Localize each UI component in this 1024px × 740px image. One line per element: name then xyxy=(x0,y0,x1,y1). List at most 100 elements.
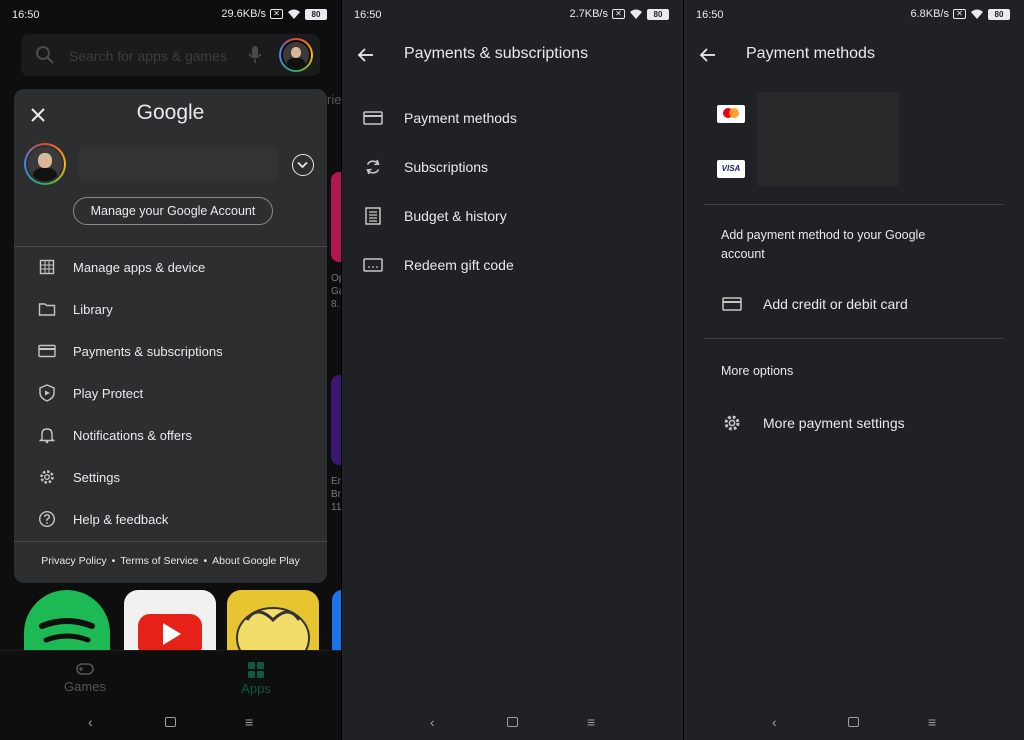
manage-account-button[interactable]: Manage your Google Account xyxy=(73,197,273,225)
drawer-item-notifications[interactable]: Notifications & offers xyxy=(14,414,327,456)
sim-x-icon: ✕ xyxy=(612,9,625,19)
youtube-app-icon xyxy=(124,590,216,658)
shield-icon xyxy=(36,382,58,404)
battery-icon: 80 xyxy=(305,8,327,20)
card-icon xyxy=(36,340,58,362)
menu-item-subscriptions[interactable]: Subscriptions xyxy=(342,143,683,191)
list-icon xyxy=(362,205,384,227)
visa-logo-icon[interactable]: VISA xyxy=(717,160,745,178)
recents-nav-icon[interactable]: ≡ xyxy=(928,714,936,730)
add-card-button[interactable]: Add credit or debit card xyxy=(684,284,1024,324)
status-time: 16:50 xyxy=(354,9,382,21)
game-app-icon xyxy=(227,590,319,669)
divider xyxy=(704,204,1004,205)
drawer-item-payments[interactable]: Payments & subscriptions xyxy=(14,330,327,372)
system-navigation: ‹ ≡ xyxy=(684,704,1024,740)
bottom-navigation: Games Apps xyxy=(0,650,341,706)
nav-apps-label: Apps xyxy=(241,681,271,696)
background-tab-fragment: rie xyxy=(327,92,341,107)
bell-icon xyxy=(36,424,58,446)
terms-of-service-link[interactable]: Terms of Service xyxy=(120,555,198,567)
background-card-text: En Br 11 xyxy=(331,476,341,513)
account-avatar[interactable] xyxy=(279,38,313,72)
mic-icon[interactable] xyxy=(247,45,263,65)
gamepad-icon xyxy=(76,663,94,675)
account-info-redacted xyxy=(78,147,278,181)
sim-x-icon: ✕ xyxy=(270,9,283,19)
system-navigation: ‹ ≡ xyxy=(0,704,341,740)
system-navigation: ‹ ≡ xyxy=(342,704,683,740)
gear-icon xyxy=(721,412,743,434)
nav-apps[interactable]: Apps xyxy=(206,661,306,696)
page-title: Payments & subscriptions xyxy=(404,45,589,62)
search-bar[interactable]: Search for apps & games xyxy=(21,34,320,76)
more-options-label: More options xyxy=(721,364,794,378)
status-bar: 16:50 2.7KB/s ✕ 80 xyxy=(342,0,683,30)
search-icon xyxy=(36,46,54,64)
card-icon xyxy=(721,293,743,315)
status-time: 16:50 xyxy=(12,9,40,21)
background-card-text: OpGa8. xyxy=(331,273,341,310)
refresh-icon xyxy=(362,156,384,178)
more-payment-settings-button[interactable]: More payment settings xyxy=(684,403,1024,443)
about-google-play-link[interactable]: About Google Play xyxy=(212,555,300,567)
menu-item-budget-history[interactable]: Budget & history xyxy=(342,192,683,240)
app-bar: Payments & subscriptions xyxy=(342,36,683,74)
expand-accounts-button[interactable] xyxy=(292,154,314,176)
drawer-item-settings[interactable]: Settings xyxy=(14,456,327,498)
background-app-icon xyxy=(332,590,341,650)
battery-icon: 80 xyxy=(988,8,1010,20)
spotify-app-icon xyxy=(24,590,110,650)
home-nav-icon[interactable] xyxy=(165,717,176,727)
add-payment-section-label: Add payment method to your Google accoun… xyxy=(721,228,926,261)
network-speed: 29.6KB/s xyxy=(221,8,266,20)
wifi-icon xyxy=(288,9,300,19)
chevron-down-icon xyxy=(297,161,308,169)
recents-nav-icon[interactable]: ≡ xyxy=(245,714,253,730)
drawer-item-play-protect[interactable]: Play Protect xyxy=(14,372,327,414)
grid-icon xyxy=(36,256,58,278)
card-icon xyxy=(362,107,384,129)
home-nav-icon[interactable] xyxy=(848,717,859,727)
google-logo: Google xyxy=(136,101,205,124)
home-nav-icon[interactable] xyxy=(507,717,518,727)
divider xyxy=(14,541,327,542)
background-app-row xyxy=(0,590,341,669)
menu-item-payment-methods[interactable]: Payment methods xyxy=(342,94,683,142)
sim-x-icon: ✕ xyxy=(953,9,966,19)
status-time: 16:50 xyxy=(696,9,724,21)
gear-icon xyxy=(36,466,58,488)
battery-icon: 80 xyxy=(647,8,669,20)
account-drawer: Google Manage your Google Account Manage… xyxy=(14,89,327,583)
back-arrow-icon[interactable] xyxy=(698,45,718,65)
network-speed: 2.7KB/s xyxy=(569,8,608,20)
back-nav-icon[interactable]: ‹ xyxy=(88,714,93,730)
drawer-item-help[interactable]: Help & feedback xyxy=(14,498,327,540)
background-app-card xyxy=(331,172,341,262)
privacy-policy-link[interactable]: Privacy Policy xyxy=(41,555,106,567)
wifi-icon xyxy=(971,9,983,19)
recents-nav-icon[interactable]: ≡ xyxy=(587,714,595,730)
app-bar: Payment methods xyxy=(684,36,1024,74)
back-nav-icon[interactable]: ‹ xyxy=(772,714,777,730)
payments-subscriptions-panel: 16:50 2.7KB/s ✕ 80 Payments & subscripti… xyxy=(342,0,683,740)
nav-games[interactable]: Games xyxy=(35,661,135,694)
drawer-item-library[interactable]: Library xyxy=(14,288,327,330)
drawer-item-manage-apps[interactable]: Manage apps & device xyxy=(14,246,327,288)
page-title: Payment methods xyxy=(746,45,875,62)
status-bar: 16:50 29.6KB/s ✕ 80 xyxy=(0,0,341,30)
help-icon xyxy=(36,508,58,530)
mastercard-logo-icon[interactable] xyxy=(717,105,745,123)
divider xyxy=(704,338,1004,339)
network-speed: 6.8KB/s xyxy=(910,8,949,20)
nav-games-label: Games xyxy=(64,679,106,694)
back-nav-icon[interactable]: ‹ xyxy=(430,714,435,730)
account-avatar-large xyxy=(24,143,66,185)
background-app-card xyxy=(331,375,341,465)
wifi-icon xyxy=(630,9,642,19)
saved-cards-redacted xyxy=(757,92,899,186)
menu-item-redeem-gift-code[interactable]: Redeem gift code xyxy=(342,241,683,289)
folder-icon xyxy=(36,298,58,320)
back-arrow-icon[interactable] xyxy=(356,45,376,65)
play-store-home-panel: 16:50 29.6KB/s ✕ 80 Search for apps & ga… xyxy=(0,0,341,740)
